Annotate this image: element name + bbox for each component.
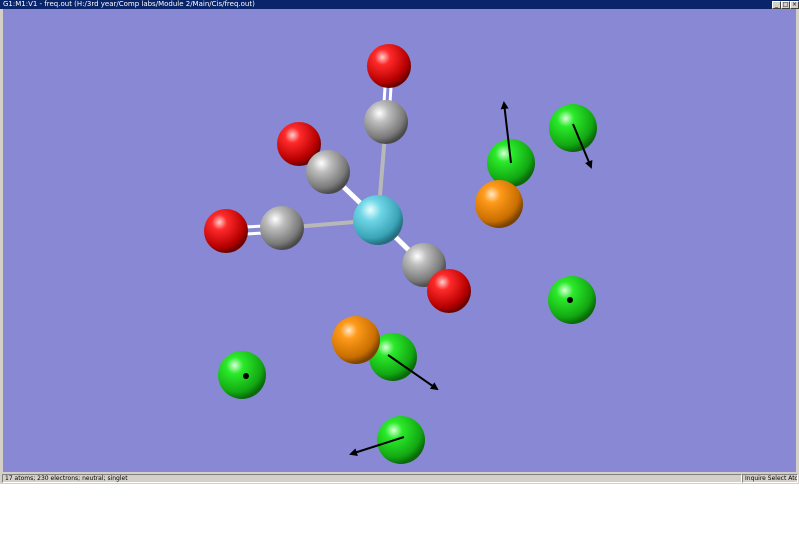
molecule-canvas[interactable] — [3, 9, 796, 472]
title-bar[interactable]: G1:M1:V1 - freq.out (H:/3rd year/Comp la… — [0, 0, 799, 9]
atom-carbon-upper-left[interactable] — [306, 150, 350, 194]
window-title: G1:M1:V1 - freq.out (H:/3rd year/Comp la… — [3, 0, 255, 8]
atom-oxygen-left[interactable] — [204, 209, 248, 253]
atom-carbon-left[interactable] — [260, 206, 304, 250]
atom-other-lower[interactable] — [332, 316, 380, 364]
vector-dot-right — [567, 297, 573, 303]
status-molecule-info: 17 atoms; 230 electrons; neutral; single… — [2, 474, 742, 483]
window-minimize-icon[interactable]: _ — [772, 1, 781, 9]
atom-oxygen-top[interactable] — [367, 44, 411, 88]
atom-chlorine-lower-left[interactable] — [218, 351, 266, 399]
atom-other-upper[interactable] — [475, 180, 523, 228]
window-maximize-icon[interactable]: □ — [781, 1, 790, 9]
atom-carbon-top[interactable] — [364, 100, 408, 144]
window-close-icon[interactable]: × — [790, 1, 799, 9]
status-mode: Inquire Select Atom 1 — [742, 474, 798, 483]
atoms[interactable] — [204, 44, 597, 464]
molecule-viewport[interactable] — [3, 9, 796, 472]
atom-chlorine-bottom[interactable] — [377, 416, 425, 464]
atom-metal-center[interactable] — [353, 195, 403, 245]
atom-chlorine-top-right[interactable] — [549, 104, 597, 152]
application-window: G1:M1:V1 - freq.out (H:/3rd year/Comp la… — [0, 0, 799, 484]
atom-oxygen-lower-right[interactable] — [427, 269, 471, 313]
status-bar: 17 atoms; 230 electrons; neutral; single… — [0, 473, 799, 484]
vector-dot-lower-left — [243, 373, 249, 379]
